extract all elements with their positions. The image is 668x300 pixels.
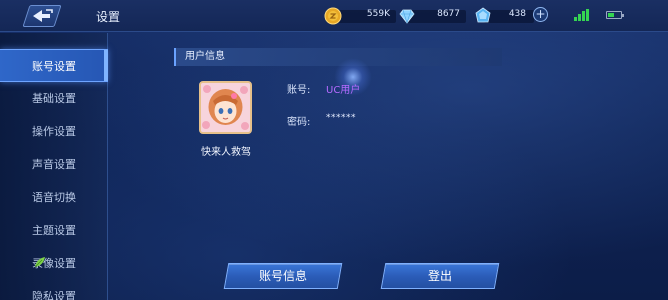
sidebar-item-controls[interactable]: 操作设置 xyxy=(0,115,108,148)
top-bar: 设置 559K 8677 438 + xyxy=(0,0,668,32)
coupon-value: 438 xyxy=(508,9,526,19)
sidebar-item-privacy[interactable]: 隐私设置 xyxy=(0,280,108,300)
account-label: 账号: xyxy=(287,85,311,96)
sidebar-item-basic[interactable]: 基础设置 xyxy=(0,82,108,115)
page-title: 设置 xyxy=(96,10,121,24)
player-nickname: 快来人救驾 xyxy=(201,147,251,158)
sidebar-item-voice[interactable]: 语音切换 xyxy=(0,181,108,214)
crystal-icon xyxy=(475,7,491,23)
logout-button[interactable]: 登出 xyxy=(380,263,500,289)
diamond-icon xyxy=(399,9,415,24)
avatar-portrait-icon xyxy=(201,83,250,132)
password-label: 密码: xyxy=(287,117,311,128)
leaf-icon xyxy=(34,257,45,268)
sidebar-item-recording[interactable]: 录像设置 xyxy=(0,247,108,280)
recharge-plus-button[interactable]: + xyxy=(533,7,548,22)
back-button[interactable] xyxy=(22,5,62,27)
account-info-button[interactable]: 账号信息 xyxy=(223,263,343,289)
gold-coin-icon xyxy=(324,7,342,25)
account-value: UC用户 xyxy=(326,85,361,96)
gold-value: 559K xyxy=(366,9,390,19)
avatar[interactable] xyxy=(199,81,252,134)
back-arrow-icon xyxy=(33,9,53,22)
signal-icon xyxy=(574,9,590,21)
diamond-currency: 8677 xyxy=(398,7,466,25)
password-value: ****** xyxy=(326,113,356,123)
battery-icon xyxy=(606,11,624,19)
sidebar-item-sound[interactable]: 声音设置 xyxy=(0,148,108,181)
gold-currency: 559K xyxy=(324,7,396,25)
sidebar-item-account[interactable]: 账号设置 xyxy=(0,49,108,82)
settings-sidebar: 账号设置 基础设置 操作设置 声音设置 语音切换 主题设置 录像设置 隐私设置 xyxy=(0,33,108,300)
sidebar-item-theme[interactable]: 主题设置 xyxy=(0,214,108,247)
diamond-value: 8677 xyxy=(437,9,460,19)
